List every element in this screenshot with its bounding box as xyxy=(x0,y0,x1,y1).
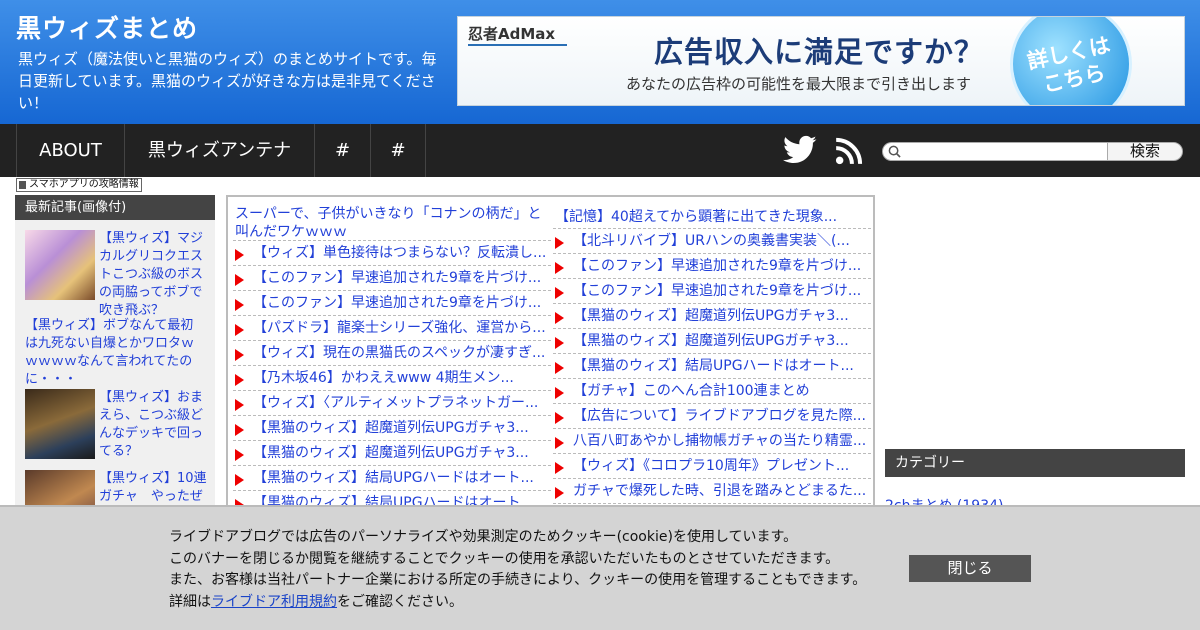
recent-article-item[interactable]: 【黒ウィズ】おまえら、こつぶ級どんなデッキで回ってる？ xyxy=(25,389,211,461)
article-link[interactable]: 【黒猫のウィズ】超魔道列伝UPGガチャ3... xyxy=(233,416,551,441)
recent-articles-sidebar: 最新記事(画像付) 【黒ウィズ】マジカルグリコクエストこつぶ級のボスの両脇ってボ… xyxy=(15,195,215,515)
cookie-line: 詳細はライブドア利用規約をご確認ください。 xyxy=(169,593,463,610)
search-icon xyxy=(888,145,901,158)
article-link[interactable]: 【ウィズ】現在の黒猫氏のスペックが凄すぎ... xyxy=(233,341,551,366)
arrow-icon xyxy=(235,449,244,461)
terms-link[interactable]: ライブドア利用規約 xyxy=(211,594,337,610)
arrow-icon xyxy=(555,262,564,274)
ad-subtext: あなたの広告枠の可能性を最大限まで引き出します xyxy=(626,75,972,93)
cookie-line: また、お客様は当社パートナー企業における所定の手続きにより、クッキーの使用を管理… xyxy=(169,572,867,588)
article-link[interactable]: 【黒猫のウィズ】超魔道列伝UPGガチャ3... xyxy=(233,441,551,466)
article-link[interactable]: 【黒猫のウィズ】超魔道列伝UPGガチャ3... xyxy=(553,329,871,354)
arrow-icon xyxy=(235,274,244,286)
search-input[interactable] xyxy=(882,142,1108,161)
article-link[interactable]: 【北斗リバイブ】URハンの奥義書実装＼(... xyxy=(553,229,871,254)
article-link[interactable]: 【ガチャ】このへん合計100連まとめ xyxy=(553,379,871,404)
recent-article-item[interactable]: 【黒ウィズ】ボブなんて最初は九死ない自爆とかワロタｗｗｗｗｗなんて言われてたのに… xyxy=(25,317,211,387)
cookie-banner: ライブドアブログでは広告のパーソナライズや効果測定のためクッキー(cookie)… xyxy=(0,505,1200,630)
arrow-icon xyxy=(235,374,244,386)
recent-article-link[interactable]: 【黒ウィズ】マジカルグリコクエストこつぶ級のボスの両脇ってボブで吹き飛ぶ？ xyxy=(99,230,211,320)
arrow-icon xyxy=(235,249,244,261)
arrow-icon xyxy=(555,337,564,349)
nav-item-antenna[interactable]: 黒ウィズアンテナ xyxy=(124,124,314,177)
article-column-left: スーパーで、子供がいきなり「コナンの柄だ」と叫んだワケｗｗｗ 【ウィズ】単色接待… xyxy=(233,205,551,513)
ad-details-button[interactable]: 詳しくは こちら xyxy=(998,17,1144,105)
article-link[interactable]: スーパーで、子供がいきなり「コナンの柄だ」と叫んだワケｗｗｗ xyxy=(233,205,551,241)
article-link[interactable]: 【黒猫のウィズ】結局UPGハードはオート... xyxy=(553,354,871,379)
site-header: 黒ウィズまとめ 黒ウィズ（魔法使いと黒猫のウィズ）のまとめサイトです。毎日更新し… xyxy=(0,0,1200,124)
ad-brand: 忍者AdMax xyxy=(468,25,556,43)
article-link[interactable]: 【このファン】早速追加された9章を片づけ... xyxy=(233,266,551,291)
arrow-icon xyxy=(235,399,244,411)
ad-brand-underline xyxy=(468,44,567,46)
arrow-icon xyxy=(555,412,564,424)
article-link[interactable]: 【乃木坂46】かわええwww 4期生メン... xyxy=(233,366,551,391)
twitter-icon[interactable] xyxy=(783,135,817,165)
arrow-icon xyxy=(235,424,244,436)
cookie-line: ライブドアブログでは広告のパーソナライズや効果測定のためクッキー(cookie)… xyxy=(169,529,798,545)
arrow-icon xyxy=(235,474,244,486)
category-heading: カテゴリー xyxy=(885,449,1185,477)
nav-item-hash-2[interactable]: # xyxy=(370,124,426,177)
article-column-right: 【記憶】40超えてから顕著に出てきた現象... 【北斗リバイブ】URハンの奥義書… xyxy=(553,205,871,504)
cookie-close-button[interactable]: 閉じる xyxy=(909,555,1031,582)
arrow-icon xyxy=(235,349,244,361)
article-link[interactable]: 【このファン】早速追加された9章を片づけ... xyxy=(553,279,871,304)
recent-article-item[interactable]: 【黒ウィズ】マジカルグリコクエストこつぶ級のボスの両脇ってボブで吹き飛ぶ？ xyxy=(25,230,211,318)
site-title[interactable]: 黒ウィズまとめ xyxy=(16,9,198,45)
search-button[interactable]: 検索 xyxy=(1107,142,1183,161)
article-link[interactable]: 【広告について】ライブドアブログを見た際... xyxy=(553,404,871,429)
article-link[interactable]: 八百八町あやかし捕物帳ガチャの当たり精霊... xyxy=(553,429,871,454)
arrow-icon xyxy=(555,312,564,324)
article-link[interactable]: 【黒猫のウィズ】結局UPGハードはオート... xyxy=(233,466,551,491)
article-link[interactable]: 【パズドラ】龍楽士シリーズ強化、運営から... xyxy=(233,316,551,341)
site-description: 黒ウィズ（魔法使いと黒猫のウィズ）のまとめサイトです。毎日更新しています。黒猫の… xyxy=(18,50,437,112)
article-list: スーパーで、子供がいきなり「コナンの柄だ」と叫んだワケｗｗｗ 【ウィズ】単色接待… xyxy=(226,195,875,515)
article-link[interactable]: 【記憶】40超えてから顕著に出てきた現象... xyxy=(553,205,871,229)
arrow-icon xyxy=(555,387,564,399)
recent-article-link[interactable]: 【黒ウィズ】ボブなんて最初は九死ない自爆とかワロタｗｗｗｗｗなんて言われてたのに… xyxy=(25,317,201,389)
app-info-link[interactable]: スマホアプリの攻略情報 xyxy=(16,178,142,192)
recent-article-link[interactable]: 【黒ウィズ】おまえら、こつぶ級どんなデッキで回ってる？ xyxy=(99,389,211,461)
nav-item-hash-1[interactable]: # xyxy=(314,124,370,177)
article-link[interactable]: 【黒猫のウィズ】超魔道列伝UPGガチャ3... xyxy=(553,304,871,329)
arrow-icon xyxy=(235,324,244,336)
article-link[interactable]: 【ウィズ】《コロプラ10周年》プレゼント... xyxy=(553,454,871,479)
ad-banner[interactable]: 忍者AdMax 広告収入に満足ですか？ あなたの広告枠の可能性を最大限まで引き出… xyxy=(457,16,1185,106)
arrow-icon xyxy=(555,287,564,299)
rss-icon[interactable] xyxy=(835,137,863,165)
recent-article-link[interactable]: 【黒ウィズ】10連ガチャ やったぜ xyxy=(99,470,211,506)
article-link[interactable]: ガチャで爆死した時、引退を踏みとどまるた... xyxy=(553,479,871,504)
arrow-icon xyxy=(235,299,244,311)
arrow-icon xyxy=(555,437,564,449)
article-link[interactable]: 【ウィズ】単色接待はつまらない？反転潰し... xyxy=(233,241,551,266)
sidebar-heading: 最新記事(画像付) xyxy=(15,195,215,220)
arrow-icon xyxy=(555,237,564,249)
article-link[interactable]: 【このファン】早速追加された9章を片づけ... xyxy=(233,291,551,316)
ad-headline: 広告収入に満足ですか？ xyxy=(654,35,985,69)
article-link[interactable]: 【ウィズ】〈アルティメットプラネットガー... xyxy=(233,391,551,416)
article-link[interactable]: 【このファン】早速追加された9章を片づけ... xyxy=(553,254,871,279)
article-thumbnail[interactable] xyxy=(25,230,95,300)
cookie-line: このバナーを閉じるか閲覧を継続することでクッキーの使用を承認いただいたものとさせ… xyxy=(169,550,840,567)
article-thumbnail[interactable] xyxy=(25,389,95,459)
arrow-icon xyxy=(555,462,564,474)
arrow-icon xyxy=(555,487,564,499)
cookie-message: ライブドアブログでは広告のパーソナライズや効果測定のためクッキー(cookie)… xyxy=(169,527,866,613)
arrow-icon xyxy=(555,362,564,374)
nav-item-about[interactable]: ABOUT xyxy=(16,124,124,177)
